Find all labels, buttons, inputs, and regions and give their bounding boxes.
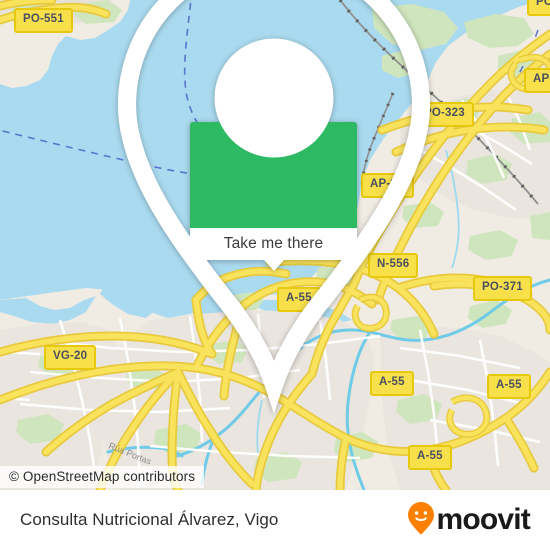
- place-title: Consulta Nutricional Álvarez, Vigo: [20, 510, 279, 529]
- map-pin-icon: [0, 0, 549, 420]
- moovit-smiley-pin-icon: [407, 501, 435, 540]
- map-canvas[interactable]: Rúa Portas PO-551 PO-323 AP-9V AP-9 PO- …: [0, 0, 550, 490]
- take-me-there-label: Take me there: [223, 235, 324, 252]
- moovit-wordmark: moovit: [436, 503, 530, 536]
- screenshot-root: Rúa Portas PO-551 PO-323 AP-9V AP-9 PO- …: [0, 0, 550, 550]
- location-popup[interactable]: Take me there: [117, 0, 430, 414]
- osm-attribution[interactable]: © OpenStreetMap contributors: [0, 466, 205, 488]
- moovit-logo[interactable]: moovit: [407, 501, 531, 540]
- popup-action-bar[interactable]: Take me there: [190, 228, 357, 271]
- popup-header: [117, 0, 430, 414]
- popup-tail-pointer: [263, 260, 284, 271]
- footer-bar: Consulta Nutricional Álvarez, Vigo moovi…: [0, 490, 550, 550]
- road-shield: A-55: [408, 445, 452, 470]
